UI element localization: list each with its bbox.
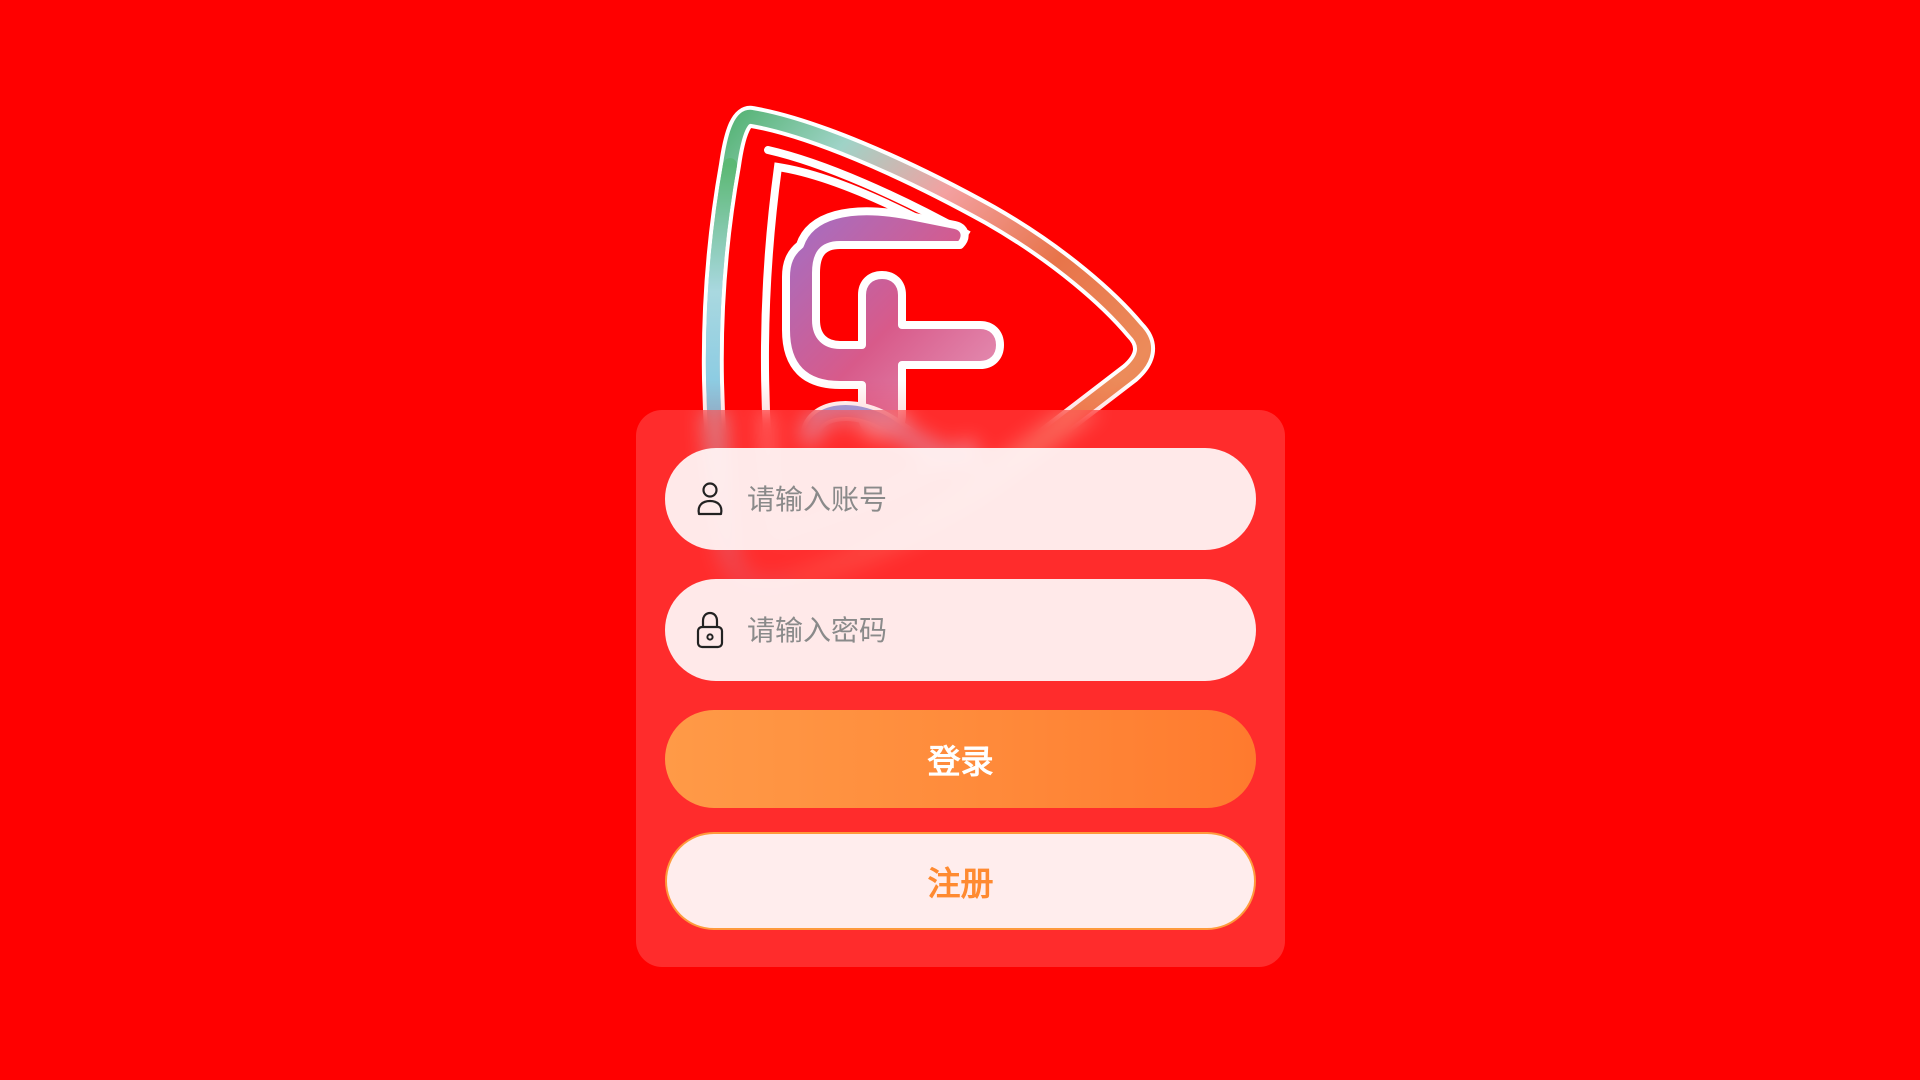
login-button[interactable]: 登录: [665, 710, 1256, 808]
account-field[interactable]: [665, 448, 1256, 550]
user-icon: [693, 479, 727, 519]
lock-icon: [693, 610, 727, 650]
account-input[interactable]: [745, 468, 1229, 530]
login-card: 登录 注册: [636, 410, 1285, 967]
register-button[interactable]: 注册: [665, 832, 1256, 930]
password-field[interactable]: [665, 579, 1256, 681]
password-input[interactable]: [745, 599, 1229, 661]
login-page: 登录 注册: [0, 0, 1920, 1080]
